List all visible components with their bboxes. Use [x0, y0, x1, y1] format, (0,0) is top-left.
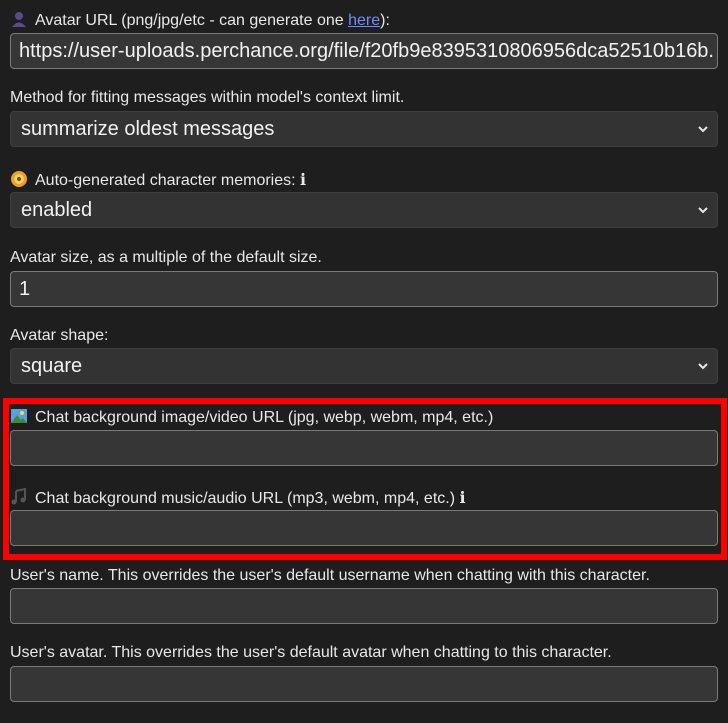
bg-image-label: Chat background image/video URL (jpg, we… [10, 407, 493, 428]
avatar-size-input[interactable]: 1 [10, 271, 718, 307]
user-name-input[interactable] [10, 588, 718, 624]
avatar-url-input[interactable]: https://user-uploads.perchance.org/file/… [10, 33, 718, 69]
bg-music-input[interactable] [10, 510, 718, 546]
fit-method-label: Method for fitting messages within model… [10, 89, 405, 106]
picture-icon [11, 409, 27, 423]
avatar-shape-label: Avatar shape: [10, 327, 109, 344]
fit-method-select[interactable]: summarize oldest messages [10, 111, 718, 147]
bg-image-input[interactable] [10, 430, 718, 466]
user-avatar-label: User's avatar. This overrides the user's… [10, 644, 612, 661]
memories-info-icon[interactable]: ℹ [300, 172, 306, 189]
avatar-url-label: Avatar URL (png/jpg/etc - can generate o… [10, 10, 390, 31]
chevron-down-icon [698, 207, 708, 214]
user-name-label: User's name. This overrides the user's d… [10, 567, 650, 584]
bg-music-info-icon[interactable]: ℹ [459, 490, 465, 507]
user-avatar-input[interactable] [10, 666, 718, 702]
avatar-size-label: Avatar size, as a multiple of the defaul… [10, 249, 322, 266]
chevron-down-icon [698, 363, 708, 370]
chevron-down-icon [698, 126, 708, 133]
disc-icon [11, 171, 27, 187]
generate-avatar-link[interactable]: here [348, 12, 380, 29]
avatar-shape-select[interactable]: square [10, 348, 718, 384]
memories-select[interactable]: enabled [10, 192, 718, 228]
memories-label: Auto-generated character memories: ℹ [10, 170, 306, 191]
person-silhouette-icon [12, 12, 26, 27]
bg-music-label: Chat background music/audio URL (mp3, we… [10, 488, 466, 509]
music-note-icon [11, 488, 26, 505]
